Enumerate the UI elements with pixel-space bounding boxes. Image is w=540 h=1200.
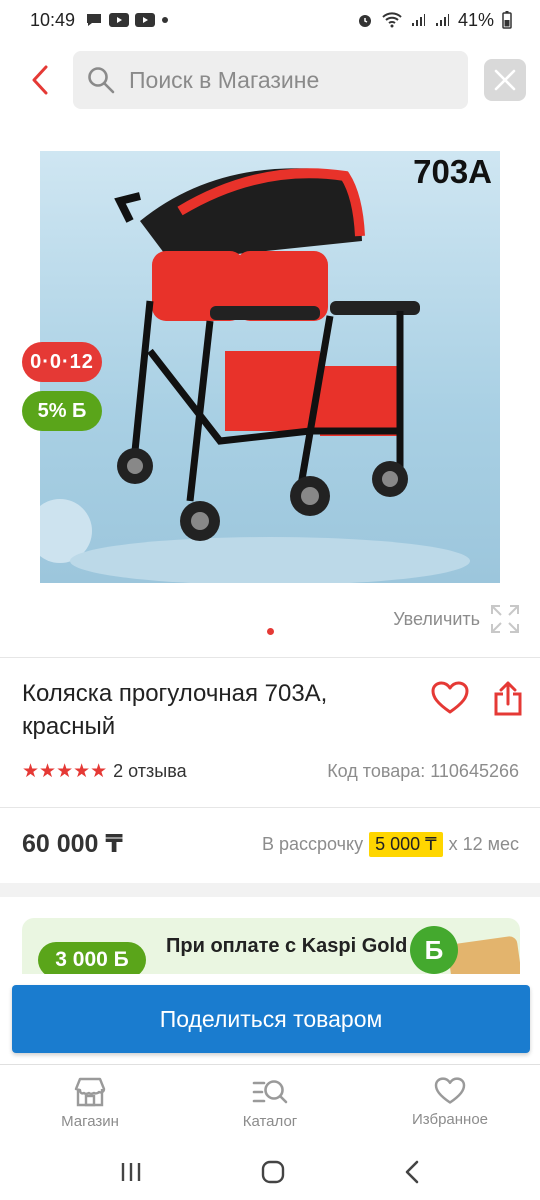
expand-icon	[491, 605, 519, 633]
signal-icon	[435, 14, 449, 26]
product-price: 60 000 ₸	[22, 830, 123, 858]
nav-catalog-label: Каталог	[242, 1113, 298, 1130]
favorite-button[interactable]	[428, 678, 472, 718]
back-nav-icon[interactable]	[404, 1160, 420, 1184]
zoom-button[interactable]: Увеличить	[393, 604, 520, 634]
battery-icon	[502, 11, 512, 29]
kaspi-gold-promo[interactable]: 3 000 Б При оплате с Kaspi Gold Б	[22, 918, 520, 974]
recent-apps-icon[interactable]	[120, 1162, 142, 1182]
search-input[interactable]: Поиск в Магазине	[73, 51, 468, 109]
reviews-count: 2 отзыва	[113, 761, 187, 781]
message-icon	[87, 14, 102, 26]
notification-icons	[85, 12, 169, 28]
signal-icon	[411, 14, 425, 26]
dot-icon	[162, 17, 169, 23]
bonus-coin-icon: Б	[410, 926, 458, 974]
share-icon	[494, 681, 522, 716]
youtube-icon	[109, 13, 130, 27]
divider	[0, 807, 540, 808]
battery-percent: 41%	[457, 9, 494, 30]
bottom-navigation: Магазин Каталог Избранное	[0, 1064, 540, 1144]
close-icon	[494, 69, 516, 91]
installment-term: х 12 мес	[448, 834, 519, 854]
back-button[interactable]	[22, 62, 58, 98]
bonus-amount-pill: 3 000 Б	[38, 942, 146, 974]
nav-favorites-label: Избранное	[411, 1111, 489, 1128]
search-icon	[88, 67, 115, 94]
search-header: Поиск в Магазине	[0, 50, 540, 112]
nav-favorites[interactable]: Избранное	[360, 1065, 540, 1144]
installment-prefix: В рассрочку	[261, 834, 364, 854]
system-navigation	[0, 1144, 540, 1200]
product-title: Коляска прогулочная 703А, красный	[22, 680, 328, 740]
home-icon[interactable]	[261, 1160, 285, 1184]
share-icon-button[interactable]	[486, 676, 530, 720]
youtube-icon	[135, 13, 156, 27]
product-model-label: 703A	[413, 153, 492, 190]
nav-shop-label: Магазин	[61, 1113, 119, 1130]
promo-text: При оплате с Kaspi Gold	[166, 935, 408, 957]
installment-amount: 5 000 ₸	[369, 832, 443, 857]
product-code: Код товара: 110645266	[327, 761, 519, 781]
carousel-indicator	[267, 628, 274, 635]
stroller-illustration	[40, 168, 470, 583]
chevron-left-icon	[32, 65, 48, 95]
wifi-icon	[382, 12, 402, 28]
heart-icon	[434, 1077, 466, 1104]
kaspi-card-icon	[446, 935, 520, 974]
divider	[0, 657, 540, 658]
nav-catalog[interactable]: Каталог	[180, 1065, 360, 1144]
catalog-search-icon	[252, 1080, 288, 1104]
alarm-icon	[358, 15, 371, 27]
clear-search-button[interactable]	[484, 59, 526, 101]
installment-info: В рассрочку 5 000 ₸ х 12 мес	[262, 832, 519, 857]
star-rating-icon: ★★★★★	[22, 761, 108, 782]
rating-row[interactable]: ★★★★★ 2 отзыва	[22, 760, 187, 783]
section-spacer	[0, 883, 540, 897]
shop-icon	[74, 1077, 106, 1107]
bonus-badge: 5% Б	[22, 391, 102, 431]
heart-icon	[431, 681, 469, 714]
nav-shop[interactable]: Магазин	[0, 1065, 180, 1144]
zoom-label: Увеличить	[393, 608, 480, 629]
search-placeholder: Поиск в Магазине	[129, 66, 320, 93]
share-product-button[interactable]: Поделиться товаром	[12, 985, 530, 1053]
status-bar: 10:49 41%	[0, 0, 540, 40]
installment-badge: 0·0·12	[22, 342, 102, 382]
status-time: 10:49	[30, 9, 76, 30]
product-image[interactable]: 703A	[40, 151, 500, 583]
